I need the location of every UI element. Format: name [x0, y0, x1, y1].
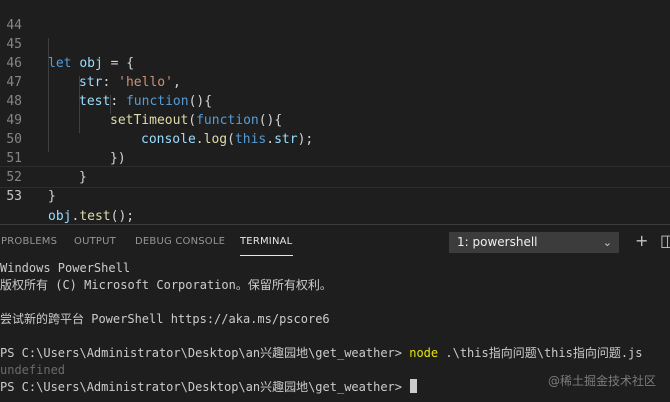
- tab-terminal[interactable]: TERMINAL: [240, 236, 292, 247]
- tab-output[interactable]: OUTPUT: [74, 236, 116, 247]
- code-text: }: [48, 189, 56, 204]
- terminal-prompt: PS C:\Users\Administrator\Desktop\an兴趣园地…: [0, 346, 410, 360]
- code-editor[interactable]: 44 45 let obj = { 46 str: 'hello', 47 te…: [0, 0, 670, 224]
- code-line[interactable]: 46 str: 'hello',: [0, 35, 670, 90]
- code-line[interactable]: 51 }: [0, 130, 670, 185]
- tab-debug-console[interactable]: DEBUG CONSOLE: [135, 236, 225, 247]
- plus-icon[interactable]: +: [635, 231, 648, 250]
- code-line-current[interactable]: 53 obj.test();: [0, 166, 670, 224]
- terminal-select[interactable]: 1: powershell ⌄: [449, 232, 619, 253]
- chevron-down-icon: ⌄: [602, 236, 612, 249]
- code-line[interactable]: 48 setTimeout(function(){: [0, 73, 670, 128]
- terminal-select-value: 1: powershell: [457, 235, 538, 249]
- active-tab-indicator: [240, 255, 293, 256]
- code-line[interactable]: 47 test: function(){: [0, 54, 670, 109]
- code-line[interactable]: 45 let obj = {: [0, 16, 670, 71]
- code-line[interactable]: 50 }): [0, 111, 670, 166]
- terminal-line: undefined: [0, 363, 66, 377]
- terminal-cursor: [410, 379, 418, 393]
- watermark: @稀土掘金技术社区: [547, 374, 656, 388]
- terminal-command: node: [409, 346, 439, 360]
- code-line[interactable]: 44: [0, 0, 670, 33]
- terminal-args: .\this指向问题\this指向问题.js: [438, 346, 643, 360]
- split-terminal-icon[interactable]: ◫: [660, 231, 670, 250]
- terminal-line: PS C:\Users\Administrator\Desktop\an兴趣园地…: [0, 345, 643, 362]
- panel-header: PROBLEMS OUTPUT DEBUG CONSOLE TERMINAL 1…: [0, 225, 670, 260]
- terminal-line: 版权所有 (C) Microsoft Corporation。保留所有权利。: [0, 278, 332, 292]
- code-line[interactable]: 49 console.log(this.str);: [0, 92, 670, 147]
- terminal-line: 尝试新的跨平台 PowerShell https://aka.ms/pscore…: [0, 312, 330, 326]
- terminal-line: Windows PowerShell: [0, 261, 131, 275]
- terminal-prompt: PS C:\Users\Administrator\Desktop\an兴趣园地…: [0, 380, 410, 394]
- tab-problems[interactable]: PROBLEMS: [1, 236, 57, 247]
- terminal-line: PS C:\Users\Administrator\Desktop\an兴趣园地…: [0, 379, 418, 396]
- line-number: 53: [6, 189, 22, 204]
